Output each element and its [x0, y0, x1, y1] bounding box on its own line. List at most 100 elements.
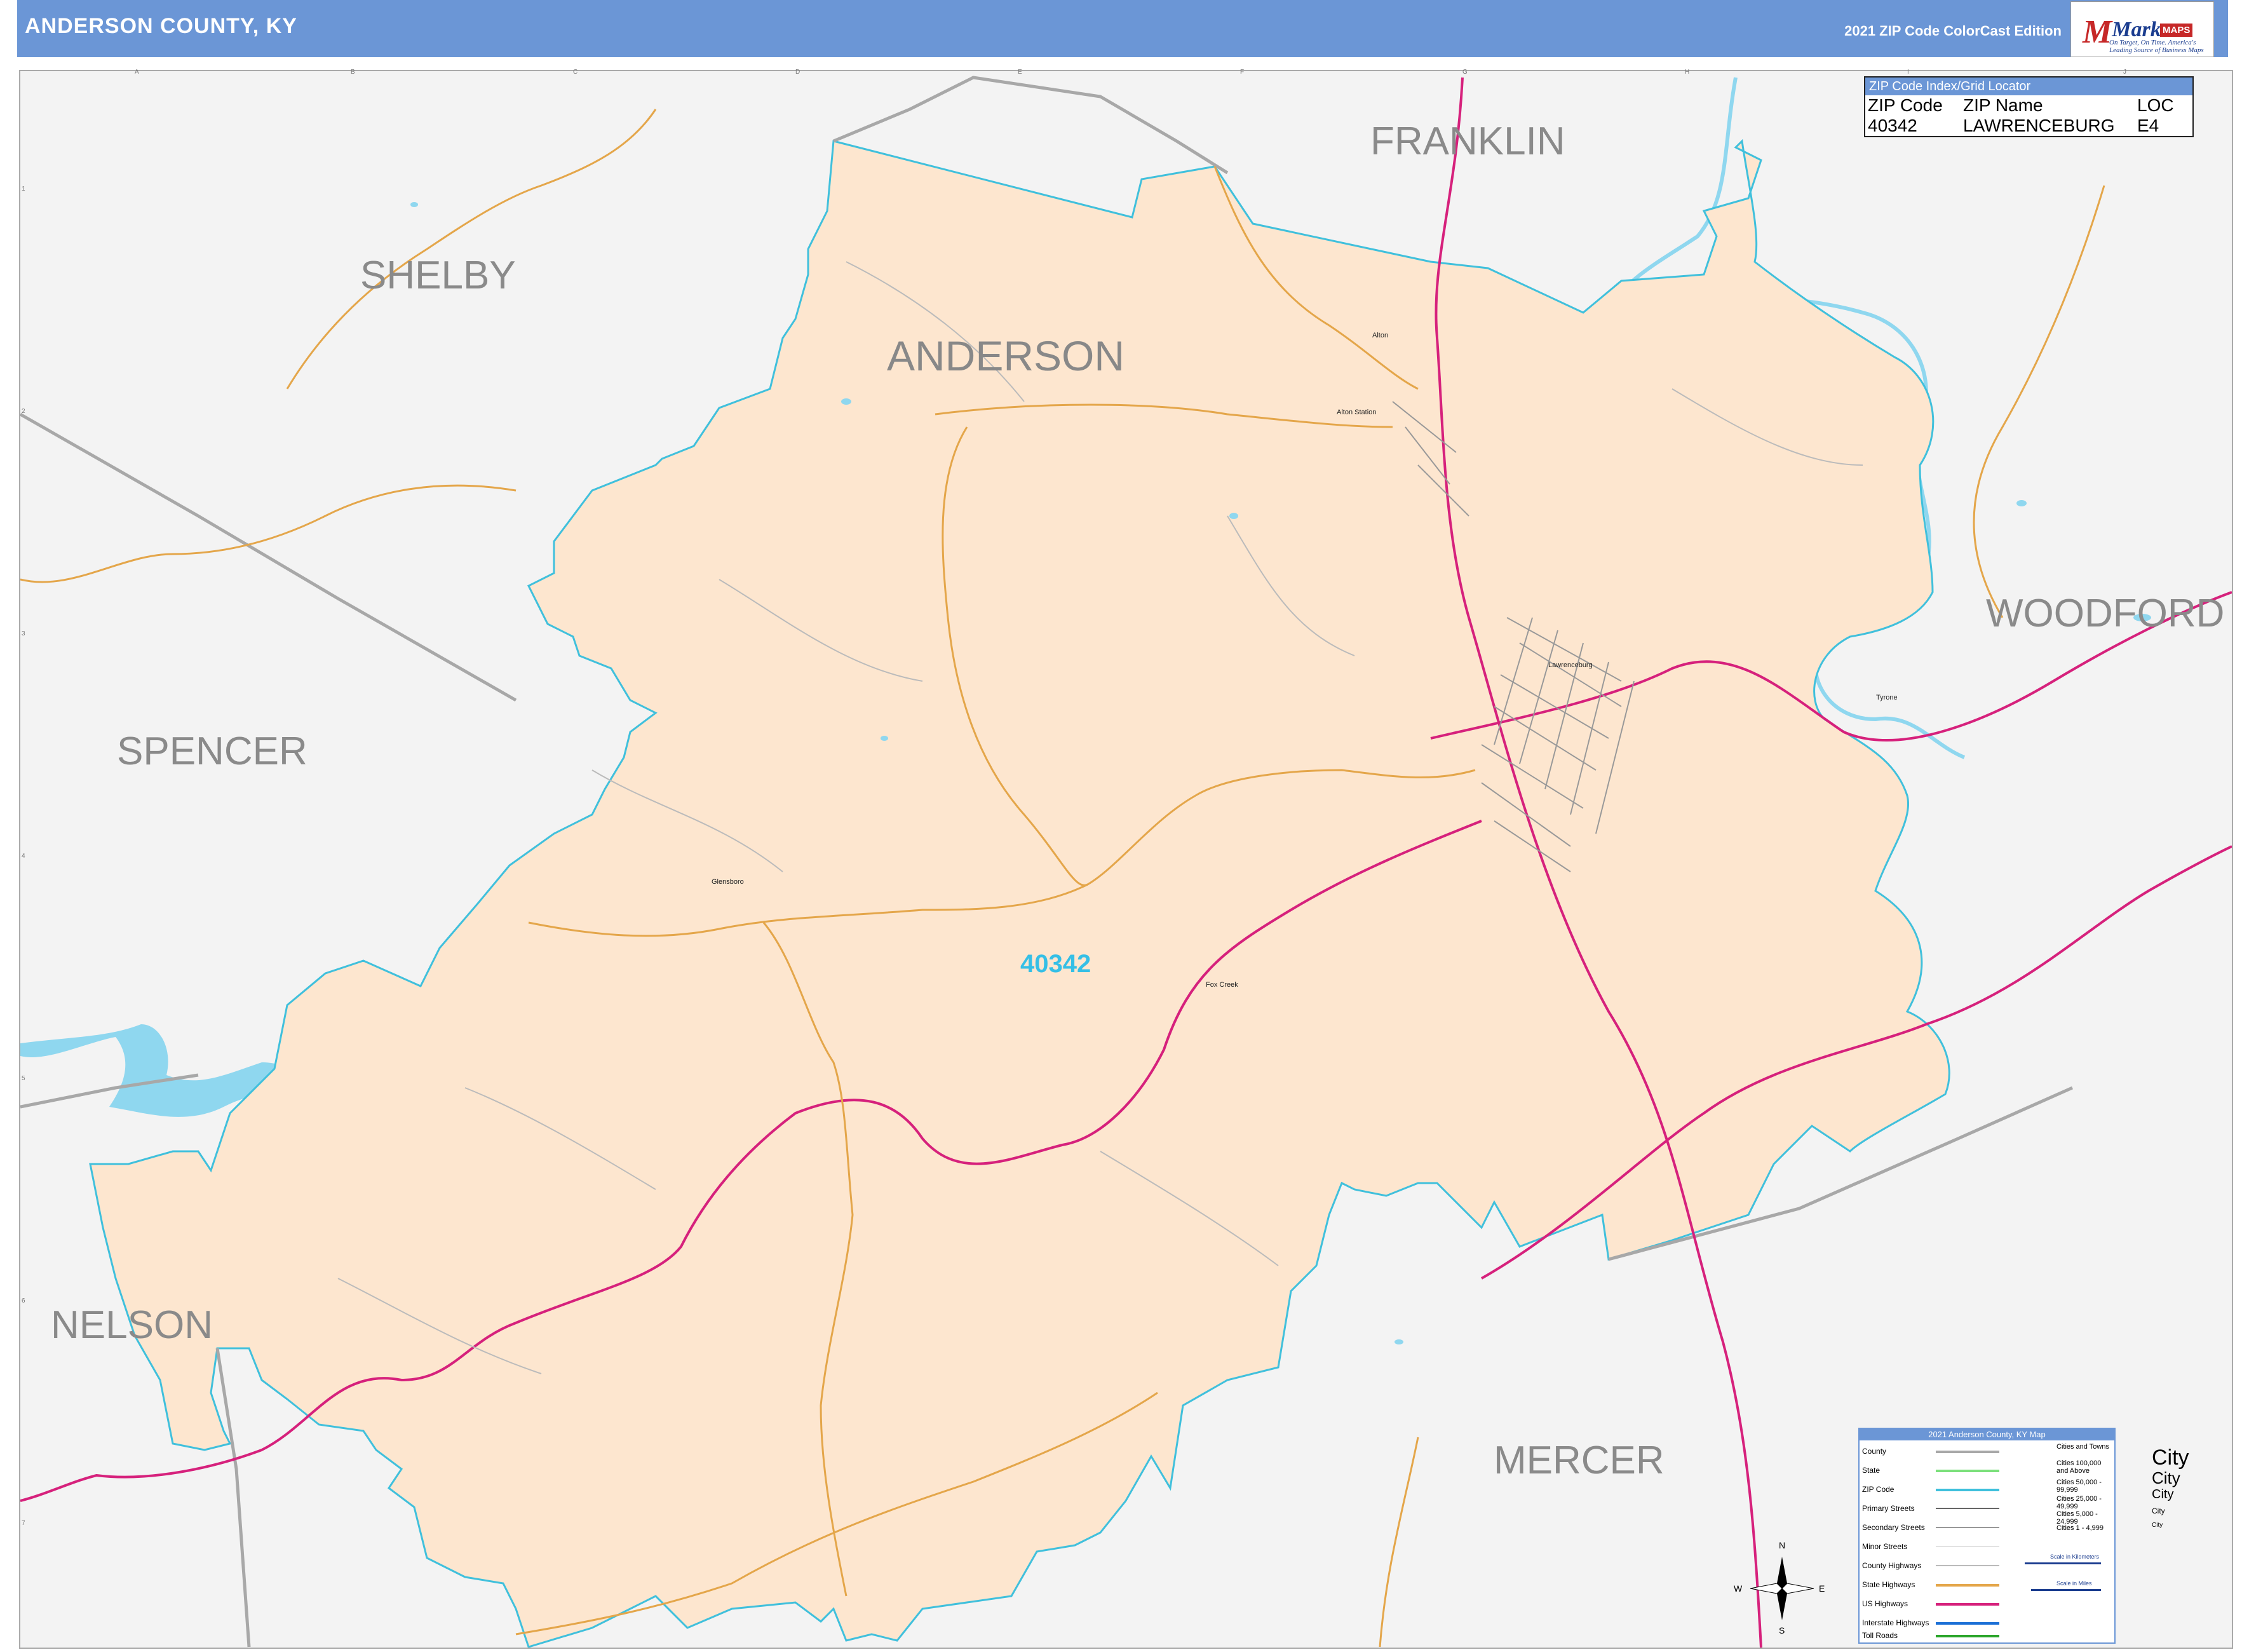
- map-canvas[interactable]: [20, 71, 2232, 1648]
- legend-city-header: Cities and Towns: [2056, 1443, 2109, 1451]
- region-label-franklin: FRANKLIN: [1370, 119, 1565, 163]
- legend-minor-streets: Minor Streets: [1862, 1542, 1908, 1551]
- grid-col-g: G: [1462, 69, 1468, 76]
- legend-interstate-highways: Interstate Highways: [1862, 1618, 1929, 1627]
- zip-index-header-row: ZIP Code ZIP Name LOC: [1865, 95, 2192, 116]
- legend-toll-roads: Toll Roads: [1862, 1631, 1898, 1640]
- zip-index-header-name: ZIP Name: [1963, 95, 2043, 115]
- legend-county-hwy-swatch: [1936, 1565, 1999, 1566]
- zip-label-40342[interactable]: 40342: [1020, 950, 1091, 978]
- grid-col-b: B: [351, 69, 355, 76]
- legend-scale-km: Scale in Kilometers: [2050, 1554, 2100, 1560]
- compass-star-icon: [1750, 1557, 1814, 1620]
- grid-row-7: 7: [22, 1520, 25, 1527]
- legend-secondary-swatch: [1936, 1527, 1999, 1528]
- compass-s: S: [1779, 1625, 1785, 1635]
- grid-col-d: D: [795, 69, 800, 76]
- region-label-woodford: WOODFORD: [1986, 592, 2225, 635]
- legend-scale-miles-bar: [2031, 1589, 2101, 1591]
- place-glensboro: Glensboro: [712, 878, 744, 886]
- map-frame[interactable]: A B C D E F G H I J 1 2 3 4 5 6 7: [19, 69, 2233, 1649]
- legend-county-highways: County Highways: [1862, 1561, 1922, 1570]
- zip-index-header-zip: ZIP Code: [1868, 95, 1943, 115]
- logo-maps: MAPS: [2160, 24, 2193, 37]
- legend-state: State: [1862, 1466, 1881, 1475]
- zip-index-title: ZIP Code Index/Grid Locator: [1865, 78, 2192, 95]
- place-fox-creek: Fox Creek: [1206, 981, 1238, 989]
- grid-row-1: 1: [22, 186, 25, 193]
- zip-code-index: ZIP Code Index/Grid Locator ZIP Code ZIP…: [1864, 76, 2194, 137]
- place-alton-station: Alton Station: [1337, 409, 1377, 416]
- legend-city-sample-1: City: [2152, 1446, 2189, 1470]
- zip-index-name: LAWRENCEBURG: [1963, 116, 2115, 135]
- map-legend: 2021 Anderson County, KY Map County Stat…: [1858, 1428, 2189, 1644]
- state-highway-west: [20, 484, 517, 583]
- legend-zip-swatch: [1936, 1489, 1999, 1491]
- legend-county-swatch: [1936, 1451, 1999, 1453]
- market-maps-logo: MMarket MAPS On Target, On Time. America…: [2070, 1, 2214, 57]
- state-highway-shelby: [286, 109, 657, 389]
- zip-index-header-loc: LOC: [2137, 95, 2174, 115]
- compass-rose-icon: N S E W: [1734, 1540, 1825, 1635]
- legend-city-range-3: Cities 25,000 - 49,999: [2056, 1495, 2102, 1510]
- state-highway-woodford: [1973, 185, 2105, 618]
- grid-col-j: J: [2123, 69, 2126, 76]
- compass-n: N: [1779, 1540, 1786, 1550]
- logo-slogan: On Target, On Time. America's Leading So…: [2109, 39, 2204, 54]
- region-label-mercer: MERCER: [1494, 1439, 1665, 1482]
- grid-col-e: E: [1018, 69, 1022, 76]
- compass-w: W: [1734, 1583, 1743, 1594]
- grid-col-h: H: [1685, 69, 1690, 76]
- zip-index-row: 40342 LAWRENCEBURG E4: [1865, 116, 2192, 136]
- legend-city-range-2: Cities 50,000 - 99,999: [2056, 1479, 2102, 1494]
- state-highway-mercer: [1379, 1437, 1419, 1648]
- grid-col-i: I: [1907, 69, 1909, 76]
- edition-label: 2021 ZIP Code ColorCast Edition: [1844, 23, 2062, 39]
- legend-city-range-1: Cities 100,000 and Above: [2056, 1459, 2102, 1475]
- zip-index-zip: 40342: [1868, 116, 1917, 135]
- region-label-nelson: NELSON: [51, 1303, 213, 1347]
- legend-title: 2021 Anderson County, KY Map: [1860, 1429, 2114, 1440]
- place-alton: Alton: [1372, 332, 1389, 339]
- legend-primary-swatch: [1936, 1508, 1999, 1509]
- grid-row-6: 6: [22, 1297, 25, 1304]
- grid-col-c: C: [573, 69, 578, 76]
- county-label-anderson: ANDERSON: [887, 332, 1125, 379]
- compass-e: E: [1819, 1583, 1825, 1594]
- legend-city-sample-5: City: [2152, 1522, 2163, 1529]
- grid-row-4: 4: [22, 853, 25, 860]
- legend-interstate-swatch: [1936, 1622, 1999, 1625]
- legend-zip: ZIP Code: [1862, 1485, 1894, 1494]
- legend-city-sample-3: City: [2152, 1487, 2174, 1501]
- place-tyrone: Tyrone: [1876, 694, 1898, 701]
- place-lawrenceburg: Lawrenceburg: [1548, 661, 1593, 669]
- legend-secondary-streets: Secondary Streets: [1862, 1523, 1925, 1532]
- legend-state-swatch: [1936, 1470, 1999, 1472]
- legend-us-hwy-swatch: [1936, 1603, 1999, 1606]
- legend-us-highways: US Highways: [1862, 1599, 1908, 1608]
- legend-toll-swatch: [1936, 1635, 1999, 1637]
- legend-state-highways: State Highways: [1862, 1580, 1915, 1589]
- region-label-shelby: SHELBY: [360, 254, 516, 297]
- header-bar: ANDERSON COUNTY, KY 2021 ZIP Code ColorC…: [17, 0, 2228, 57]
- grid-col-f: F: [1240, 69, 1245, 76]
- county-boundary-nelson: [215, 1348, 251, 1648]
- grid-row-5: 5: [22, 1075, 25, 1082]
- legend-scale-miles: Scale in Miles: [2056, 1580, 2092, 1587]
- grid-row-3: 3: [22, 630, 25, 637]
- region-label-spencer: SPENCER: [117, 729, 307, 773]
- legend-scale-km-bar: [2025, 1562, 2101, 1564]
- legend-county: County: [1862, 1447, 1887, 1456]
- legend-city-sample-2: City: [2152, 1468, 2180, 1487]
- map-title: ANDERSON COUNTY, KY: [25, 14, 297, 38]
- legend-city-range-4: Cities 5,000 - 24,999: [2056, 1510, 2098, 1526]
- county-boundary-shelby-spencer: [20, 412, 517, 702]
- legend-city-range-5: Cities 1 - 4,999: [2056, 1524, 2104, 1532]
- grid-col-a: A: [135, 69, 139, 76]
- zip-index-loc: E4: [2137, 116, 2159, 135]
- grid-row-2: 2: [22, 408, 25, 415]
- legend-primary-streets: Primary Streets: [1862, 1504, 1915, 1513]
- legend-minor-swatch: [1936, 1546, 1999, 1547]
- legend-city-sample-4: City: [2152, 1506, 2165, 1515]
- legend-state-hwy-swatch: [1936, 1584, 1999, 1587]
